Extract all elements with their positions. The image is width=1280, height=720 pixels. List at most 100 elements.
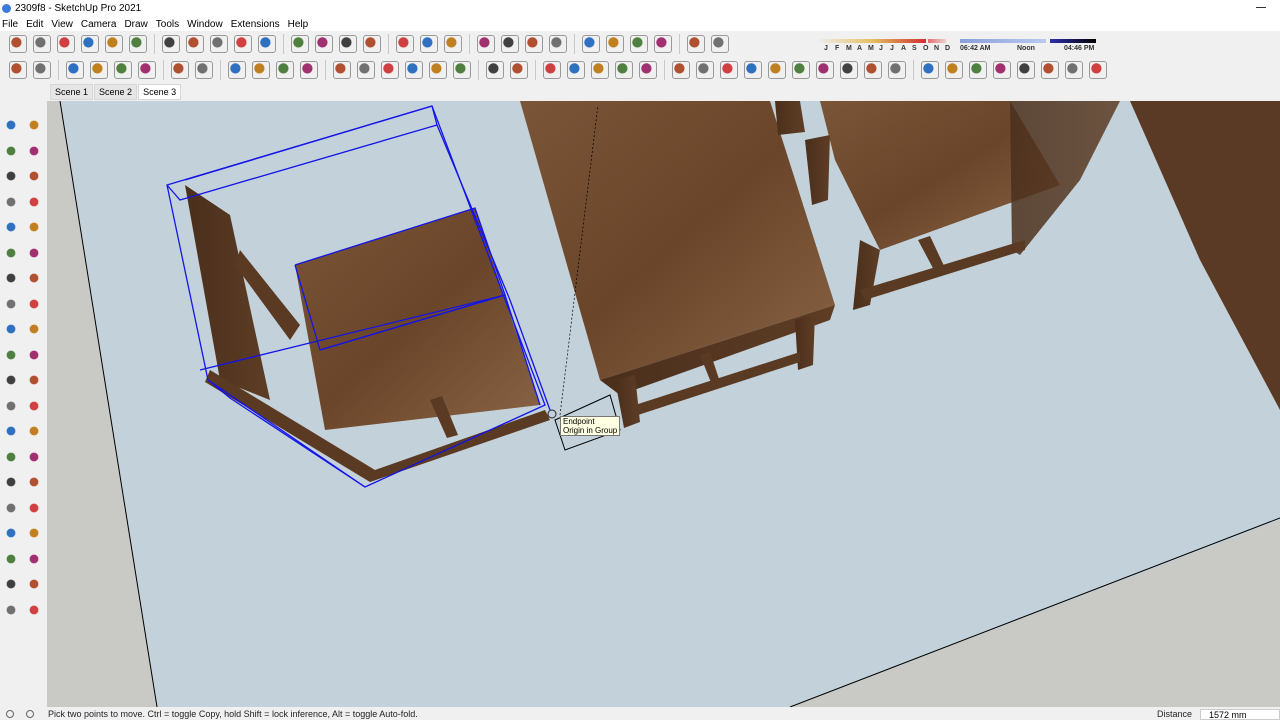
sandbox-c-icon[interactable] bbox=[3, 601, 19, 618]
sandbox-icon[interactable] bbox=[606, 35, 624, 53]
teapot-hand-icon[interactable] bbox=[90, 61, 108, 79]
styles-icon[interactable] bbox=[654, 35, 672, 53]
rotate-icon[interactable] bbox=[363, 35, 381, 53]
section-plane-icon[interactable] bbox=[171, 61, 189, 79]
hidden-line-icon[interactable] bbox=[567, 61, 585, 79]
menu-help[interactable]: Help bbox=[288, 19, 309, 30]
sandbox-a-icon[interactable] bbox=[3, 576, 19, 592]
geo-icon[interactable] bbox=[687, 35, 705, 53]
rectangle-icon[interactable] bbox=[3, 193, 19, 210]
menu-edit[interactable]: Edit bbox=[26, 19, 43, 30]
tool-b-icon[interactable] bbox=[945, 61, 963, 79]
text-icon[interactable] bbox=[420, 35, 438, 53]
subtract-icon[interactable] bbox=[720, 61, 738, 79]
dimension-icon[interactable] bbox=[26, 372, 42, 388]
scene-tab-2[interactable]: Scene 2 bbox=[94, 84, 138, 100]
look-around-icon[interactable] bbox=[26, 525, 42, 541]
trim-icon[interactable] bbox=[744, 61, 762, 79]
text-icon[interactable] bbox=[26, 397, 42, 414]
three-point-arc-icon[interactable] bbox=[26, 270, 42, 286]
axes-icon[interactable] bbox=[3, 423, 19, 439]
grid-icon[interactable] bbox=[453, 61, 471, 79]
eraser-icon[interactable] bbox=[186, 35, 204, 53]
hidden-icon[interactable] bbox=[405, 61, 423, 79]
tool-c-icon[interactable] bbox=[969, 61, 987, 79]
two-point-arc-icon[interactable] bbox=[3, 270, 19, 286]
follow-me-icon[interactable] bbox=[315, 35, 333, 53]
warehouse-icon[interactable] bbox=[582, 35, 600, 53]
make-component-icon[interactable] bbox=[26, 117, 42, 133]
iso-view-icon[interactable] bbox=[9, 35, 27, 53]
sandbox-d-icon[interactable] bbox=[26, 601, 42, 618]
rectangle-icon[interactable] bbox=[258, 35, 276, 53]
distance-input[interactable]: 1572 mm bbox=[1200, 709, 1280, 720]
refresh-icon[interactable] bbox=[138, 61, 156, 79]
dome-icon[interactable] bbox=[864, 61, 882, 79]
materials-icon[interactable] bbox=[33, 61, 51, 79]
scene-tab-3[interactable]: Scene 3 bbox=[138, 84, 182, 100]
arc-icon[interactable] bbox=[234, 35, 252, 53]
month-slider-end[interactable] bbox=[928, 39, 946, 43]
component-icon[interactable] bbox=[333, 61, 351, 79]
follow-me-icon[interactable] bbox=[26, 321, 42, 337]
pie-icon[interactable] bbox=[26, 244, 42, 261]
tool-d-icon[interactable] bbox=[993, 61, 1011, 79]
menu-view[interactable]: View bbox=[51, 19, 73, 30]
position-camera-icon[interactable] bbox=[3, 525, 19, 541]
month-slider[interactable] bbox=[818, 39, 926, 43]
info-icon[interactable] bbox=[26, 710, 34, 718]
tool-g-icon[interactable] bbox=[1065, 61, 1083, 79]
minimize-button[interactable] bbox=[1256, 7, 1266, 8]
top-view-icon[interactable] bbox=[33, 35, 51, 53]
box-plus-icon[interactable] bbox=[381, 61, 399, 79]
split-icon[interactable] bbox=[768, 61, 786, 79]
tape-icon[interactable] bbox=[3, 372, 19, 388]
window-icon[interactable] bbox=[228, 61, 246, 79]
push-pull-icon[interactable] bbox=[291, 35, 309, 53]
sphere-icon[interactable] bbox=[888, 61, 906, 79]
outer-shell-icon[interactable] bbox=[510, 61, 528, 79]
teapot-icon[interactable] bbox=[66, 61, 84, 79]
tool-f-icon[interactable] bbox=[1041, 61, 1059, 79]
pan-icon[interactable] bbox=[501, 35, 519, 53]
tool-h-icon[interactable] bbox=[1089, 61, 1107, 79]
move-icon[interactable] bbox=[339, 35, 357, 53]
scene-tab-1[interactable]: Scene 1 bbox=[50, 84, 94, 100]
explode-icon[interactable] bbox=[840, 61, 858, 79]
time-slider-end[interactable] bbox=[1050, 39, 1096, 43]
sandbox-b-icon[interactable] bbox=[26, 576, 42, 592]
wireframe-icon[interactable] bbox=[543, 61, 561, 79]
zoom-icon[interactable] bbox=[3, 474, 19, 490]
rotate-icon[interactable] bbox=[3, 321, 19, 337]
menu-tools[interactable]: Tools bbox=[156, 19, 179, 30]
selected-chair[interactable] bbox=[166, 105, 551, 488]
offset-icon[interactable] bbox=[26, 346, 42, 363]
orbit-icon[interactable] bbox=[477, 35, 495, 53]
3d-text-icon[interactable] bbox=[26, 423, 42, 439]
monochrome-icon[interactable] bbox=[639, 61, 657, 79]
faded-icon[interactable] bbox=[114, 61, 132, 79]
windows-icon[interactable] bbox=[252, 61, 270, 79]
freehand-icon[interactable] bbox=[26, 168, 42, 184]
back-view-icon[interactable] bbox=[105, 35, 123, 53]
lock-icon[interactable] bbox=[300, 61, 318, 79]
group-icon[interactable] bbox=[486, 61, 504, 79]
menu-camera[interactable]: Camera bbox=[81, 19, 117, 30]
3d-viewport[interactable] bbox=[47, 101, 1280, 707]
move-icon[interactable] bbox=[3, 295, 19, 312]
scale-icon[interactable] bbox=[3, 346, 19, 363]
tool-e-icon[interactable] bbox=[1017, 61, 1035, 79]
arc-icon[interactable] bbox=[3, 244, 19, 261]
eraser-icon[interactable] bbox=[26, 142, 42, 159]
tool-a-icon[interactable] bbox=[921, 61, 939, 79]
textured-icon[interactable] bbox=[615, 61, 633, 79]
union-icon[interactable] bbox=[696, 61, 714, 79]
shadows-toggle-icon[interactable] bbox=[711, 35, 729, 53]
menu-draw[interactable]: Draw bbox=[124, 19, 147, 30]
xray-icon[interactable] bbox=[429, 61, 447, 79]
select-icon[interactable] bbox=[3, 117, 19, 133]
graph-icon[interactable] bbox=[276, 61, 294, 79]
menu-extensions[interactable]: Extensions bbox=[231, 19, 280, 30]
menu-window[interactable]: Window bbox=[187, 19, 223, 30]
section-fill-icon[interactable] bbox=[195, 61, 213, 79]
